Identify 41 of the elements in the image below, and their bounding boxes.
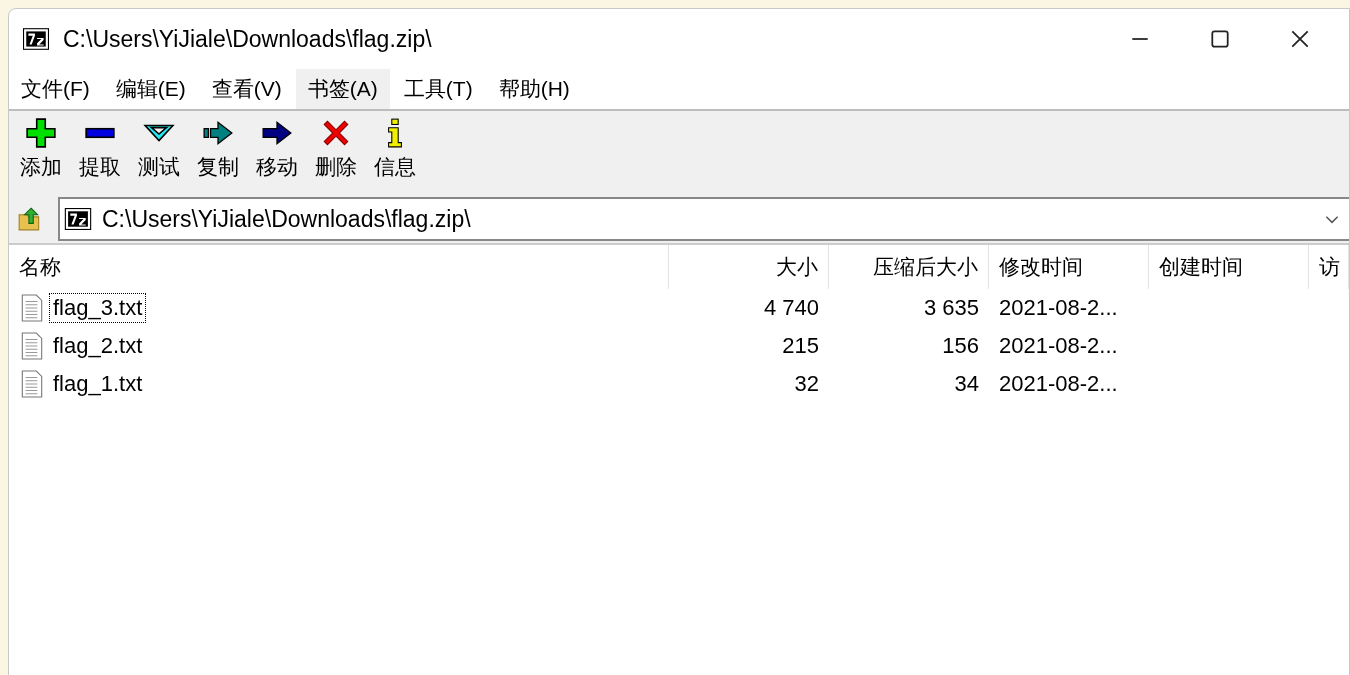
table-cell-text: 34 — [953, 371, 980, 397]
file-name[interactable]: flag_1.txt — [49, 369, 147, 399]
table-cell-text: 156 — [941, 333, 980, 359]
table-cell-text: 215 — [781, 333, 820, 359]
toolbar-button[interactable]: 复制 — [188, 117, 247, 187]
table-cell-text: 4 740 — [762, 295, 820, 321]
close-icon[interactable] — [1289, 28, 1311, 50]
app-logo-icon — [23, 28, 49, 50]
text-file-icon — [21, 370, 43, 398]
toolbar-button[interactable]: 提取 — [70, 117, 129, 187]
menu-item[interactable]: 查看(V) — [199, 69, 294, 109]
maximize-icon[interactable] — [1209, 28, 1231, 50]
table-cell-text: 2021-08-2... — [998, 371, 1119, 397]
file-name[interactable]: flag_2.txt — [49, 331, 147, 361]
text-file-icon — [21, 294, 43, 322]
archive-icon — [64, 208, 92, 230]
address-field[interactable]: C:\Users\YiJiale\Downloads\flag.zip\ — [58, 197, 1349, 241]
table-cell-text: 2021-08-2... — [998, 295, 1119, 321]
toolbar-button[interactable]: 删除 — [306, 117, 365, 187]
column-header[interactable]: 大小 — [669, 245, 829, 289]
file-name[interactable]: flag_3.txt — [49, 293, 147, 323]
menu-item[interactable]: 文件(F) — [9, 69, 102, 109]
menu-item[interactable]: 书签(A) — [295, 69, 390, 109]
toolbar-button[interactable]: 添加 — [11, 117, 70, 187]
column-header[interactable]: 访 — [1309, 245, 1349, 289]
menu-item[interactable]: 帮助(H) — [486, 69, 582, 109]
text-file-icon — [21, 332, 43, 360]
table-cell-text: 2021-08-2... — [998, 333, 1119, 359]
menu-item[interactable]: 工具(T) — [391, 69, 485, 109]
toolbar-button[interactable]: 测试 — [129, 117, 188, 187]
toolbar-button[interactable]: 信息 — [365, 117, 424, 187]
table-cell-text: 3 635 — [922, 295, 980, 321]
plus-icon — [24, 117, 57, 149]
menu-item[interactable]: 编辑(E) — [103, 69, 198, 109]
table-cell-text: 32 — [793, 371, 820, 397]
window-title: C:\Users\YiJiale\Downloads\flag.zip\ — [63, 25, 432, 53]
column-header[interactable]: 压缩后大小 — [829, 245, 989, 289]
toolbar-button[interactable]: 移动 — [247, 117, 306, 187]
column-header[interactable]: 名称 — [9, 245, 669, 289]
column-header[interactable]: 修改时间 — [989, 245, 1149, 289]
column-header[interactable]: 创建时间 — [1149, 245, 1309, 289]
